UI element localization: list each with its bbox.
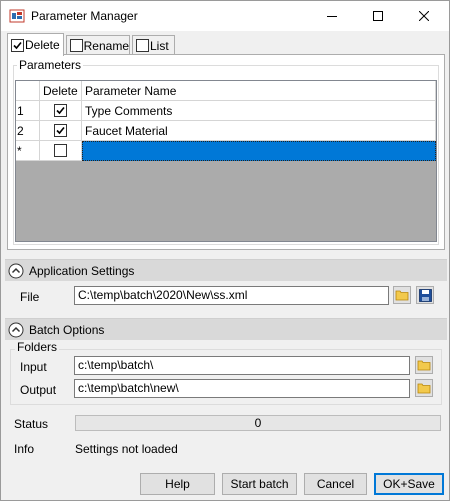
folder-icon [417,360,431,371]
maximize-button[interactable] [355,1,401,31]
parameters-grid[interactable]: Delete Parameter Name 1 Type Comments 2 [15,80,437,242]
file-label: File [20,290,40,304]
input-folder-label: Input [20,360,47,374]
parameter-name-cell[interactable]: Type Comments [82,101,436,121]
save-icon [418,288,432,302]
output-folder-input[interactable]: c:\temp\batch\new\ [74,379,410,398]
cancel-button[interactable]: Cancel [304,473,367,495]
maximize-icon [373,11,383,21]
tab-list-checkbox[interactable] [136,39,149,52]
browse-output-button[interactable] [415,379,433,397]
row-header[interactable]: 2 [16,121,40,141]
application-settings-title: Application Settings [29,263,135,278]
batch-options-title: Batch Options [29,322,105,337]
info-value: Settings not loaded [75,442,178,456]
delete-cell[interactable] [40,101,82,121]
delete-checkbox[interactable] [54,144,67,157]
folder-icon [417,383,431,394]
new-table-row[interactable]: * [16,141,436,161]
output-folder-label: Output [20,383,57,397]
browse-file-button[interactable] [393,286,411,304]
checkmark-icon [56,106,65,115]
parameter-name-cell[interactable]: Faucet Material [82,121,436,141]
row-header[interactable]: 1 [16,101,40,121]
tab-delete[interactable]: Delete [7,33,64,56]
ok-save-button[interactable]: OK+Save [374,473,444,495]
table-row[interactable]: 2 Faucet Material [16,121,436,141]
minimize-button[interactable] [309,1,355,31]
status-label: Status [14,417,49,431]
info-label: Info [14,442,35,456]
input-folder-input[interactable]: c:\temp\batch\ [74,356,410,375]
tab-list-label: List [150,38,169,53]
column-header-parameter-name[interactable]: Parameter Name [82,81,436,101]
window-title: Parameter Manager [31,9,138,23]
progress-text: 0 [254,416,262,430]
close-icon [419,11,429,21]
tab-delete-checkbox[interactable] [11,38,24,52]
browse-input-button[interactable] [415,356,433,374]
collapse-chevron-icon[interactable] [8,263,24,279]
start-batch-button[interactable]: Start batch [222,473,297,495]
table-row[interactable]: 1 Type Comments [16,101,436,121]
checkmark-icon [13,41,22,49]
parameters-group-label: Parameters [17,58,84,72]
title-bar: Parameter Manager [1,1,449,31]
batch-options-header[interactable]: Batch Options [5,318,447,340]
grid-body: Delete Parameter Name 1 Type Comments 2 [16,81,436,241]
collapse-chevron-icon[interactable] [8,322,24,338]
delete-checkbox[interactable] [54,124,67,137]
folder-icon [395,290,409,301]
tab-rename-checkbox[interactable] [70,39,83,52]
status-progress-bar: 0 [75,415,441,431]
help-button[interactable]: Help [140,473,215,495]
tab-rename-label: Rename [83,38,129,53]
delete-tab-panel: Parameters Delete Parameter Name 1 Type … [7,54,445,250]
close-button[interactable] [401,1,447,31]
save-settings-button[interactable] [416,286,434,304]
column-header-delete[interactable]: Delete [40,81,82,101]
app-icon [9,8,25,24]
tab-list[interactable]: List [132,35,175,55]
file-path-input[interactable]: C:\temp\batch\2020\New\ss.xml [74,286,389,305]
application-settings-header[interactable]: Application Settings [5,259,447,281]
folders-group-label: Folders [15,340,60,354]
minimize-icon [327,16,337,17]
parameter-name-cell-selected[interactable] [82,141,436,161]
row-header[interactable]: * [16,141,40,161]
grid-corner-header [16,81,40,101]
delete-checkbox[interactable] [54,104,67,117]
delete-cell[interactable] [40,141,82,161]
parameter-manager-window: Parameter Manager Delete Rename List Par… [0,0,450,501]
tab-rename[interactable]: Rename [66,35,130,55]
tab-delete-label: Delete [25,38,60,52]
delete-cell[interactable] [40,121,82,141]
checkmark-icon [56,126,65,135]
